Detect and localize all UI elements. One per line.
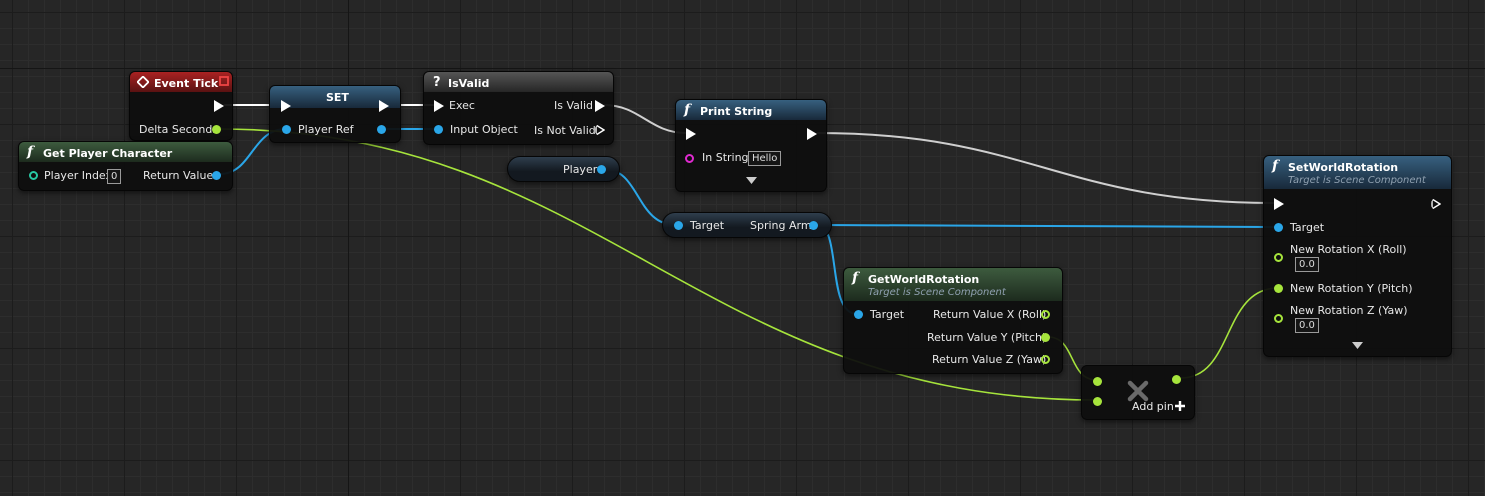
input-a-pin[interactable]	[1093, 377, 1102, 386]
player-label: Player	[563, 163, 598, 176]
return-x-pin[interactable]	[1041, 310, 1050, 319]
return-y-pin[interactable]	[1041, 333, 1050, 342]
rot-x-pin[interactable]	[1274, 253, 1283, 262]
player-ref-out-pin[interactable]	[377, 125, 386, 134]
spring-arm-label: Spring Arm	[750, 219, 812, 232]
exec-in-pin[interactable]	[686, 128, 696, 140]
add-pin-label[interactable]: Add pin	[1132, 400, 1174, 413]
event-tick-node[interactable]: Event Tick Delta Seconds	[129, 71, 233, 141]
is-not-valid-exec-pin[interactable]	[595, 124, 605, 136]
player-index-label: Player Index	[44, 169, 113, 182]
rot-z-label: New Rotation Z (Yaw)	[1290, 304, 1408, 317]
delta-seconds-pin[interactable]	[212, 125, 221, 134]
player-ref-label: Player Ref	[298, 123, 354, 136]
rot-x-field[interactable]: 0.0	[1295, 257, 1319, 272]
is-valid-node[interactable]: ? IsValid Exec Is Valid Input Object Is …	[423, 71, 614, 145]
input-object-pin[interactable]	[434, 125, 443, 134]
return-z-pin[interactable]	[1041, 355, 1050, 364]
print-string-node[interactable]: f Print String In String Hello	[675, 99, 827, 192]
node-title: Get Player Character	[43, 147, 173, 160]
spring-arm-getter[interactable]: Target Spring Arm	[662, 212, 832, 238]
player-out-pin[interactable]	[597, 165, 606, 174]
plus-icon[interactable]	[1175, 401, 1185, 411]
question-icon: ?	[433, 75, 441, 90]
return-value-pin[interactable]	[212, 171, 221, 180]
return-z-label: Return Value Z (Yaw)	[932, 353, 1047, 366]
node-header: f Get Player Character	[19, 142, 232, 162]
node-title: SET	[326, 91, 349, 104]
result-out-pin[interactable]	[1172, 375, 1181, 384]
node-header: f GetWorldRotation Target is Scene Compo…	[844, 268, 1062, 301]
exec-out-pin[interactable]	[214, 100, 224, 112]
return-value-label: Return Value	[143, 169, 214, 182]
node-title: Print String	[700, 105, 773, 118]
in-string-field[interactable]: Hello	[748, 151, 782, 166]
exec-wire	[603, 104, 687, 134]
is-valid-exec-pin[interactable]	[595, 100, 605, 112]
set-world-rotation-node[interactable]: f SetWorldRotation Target is Scene Compo…	[1263, 155, 1452, 357]
get-world-rotation-node[interactable]: f GetWorldRotation Target is Scene Compo…	[843, 267, 1063, 374]
add-float-node[interactable]: Add pin	[1081, 365, 1195, 420]
is-not-valid-label: Is Not Valid	[534, 124, 596, 137]
delegate-pin-icon[interactable]	[219, 76, 229, 86]
exec-in-pin[interactable]	[281, 100, 291, 112]
node-subtitle: Target is Scene Component	[868, 287, 1006, 298]
in-string-pin[interactable]	[685, 154, 694, 163]
exec-label: Exec	[449, 99, 475, 112]
node-header: Event Tick	[130, 72, 232, 92]
spring-arm-out-pin[interactable]	[809, 221, 818, 230]
delta-seconds-label: Delta Seconds	[139, 123, 219, 136]
rot-y-label: New Rotation Y (Pitch)	[1290, 282, 1413, 295]
node-subtitle: Target is Scene Component	[1288, 175, 1426, 186]
input-object-label: Input Object	[450, 123, 518, 136]
target-label: Target	[1290, 221, 1325, 234]
exec-wire	[816, 132, 1276, 204]
get-player-character-node[interactable]: f Get Player Character Player Index 0 Re…	[18, 141, 233, 191]
expand-chevron-icon[interactable]	[1352, 342, 1363, 350]
expand-chevron-icon[interactable]	[746, 177, 757, 185]
exec-out-pin[interactable]	[379, 100, 389, 112]
player-index-field[interactable]: 0	[107, 169, 122, 184]
exec-out-pin[interactable]	[807, 128, 817, 140]
add-operator-icon	[1127, 380, 1149, 402]
object-wire	[816, 224, 1279, 228]
function-icon: f	[1272, 158, 1279, 174]
is-valid-label: Is Valid	[554, 99, 593, 112]
input-b-pin[interactable]	[1093, 397, 1102, 406]
player-variable-getter[interactable]: Player	[507, 156, 620, 182]
target-in-pin[interactable]	[674, 221, 683, 230]
exec-in-pin[interactable]	[1274, 198, 1284, 210]
target-in-pin[interactable]	[854, 310, 863, 319]
set-node[interactable]: SET Player Ref	[269, 85, 401, 143]
function-icon: f	[27, 144, 34, 160]
exec-in-pin[interactable]	[434, 100, 444, 112]
rot-x-label: New Rotation X (Roll)	[1290, 243, 1407, 256]
target-label: Target	[870, 308, 905, 321]
rot-z-field[interactable]: 0.0	[1295, 318, 1319, 333]
return-x-label: Return Value X (Roll)	[933, 308, 1047, 321]
node-title: Event Tick	[154, 77, 219, 90]
node-header: f Print String	[676, 100, 826, 120]
function-icon: f	[852, 270, 859, 286]
target-label: Target	[690, 219, 725, 232]
event-diamond-icon	[137, 76, 149, 88]
node-title: SetWorldRotation	[1288, 161, 1399, 174]
player-ref-in-pin[interactable]	[282, 125, 291, 134]
return-y-label: Return Value Y (Pitch)	[927, 331, 1047, 344]
function-icon: f	[684, 102, 691, 118]
rot-z-pin[interactable]	[1274, 314, 1283, 323]
in-string-label: In String	[702, 151, 749, 164]
target-in-pin[interactable]	[1274, 223, 1283, 232]
node-title: IsValid	[448, 77, 490, 90]
exec-out-pin[interactable]	[1431, 198, 1441, 210]
node-header: f SetWorldRotation Target is Scene Compo…	[1264, 156, 1451, 189]
rot-y-pin[interactable]	[1274, 284, 1283, 293]
node-title: GetWorldRotation	[868, 273, 980, 286]
player-index-pin[interactable]	[29, 171, 38, 180]
node-header: ? IsValid	[424, 72, 613, 92]
